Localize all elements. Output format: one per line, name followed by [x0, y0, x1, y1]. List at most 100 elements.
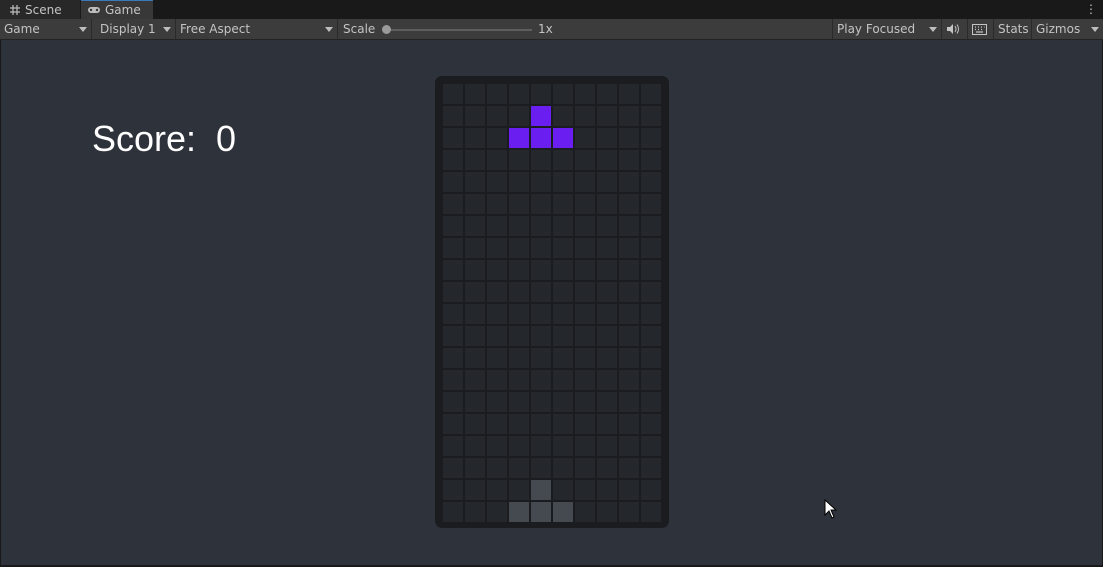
board-cell: [487, 304, 507, 324]
scale-label: Scale: [343, 22, 376, 36]
display-select[interactable]: Display 1: [96, 19, 176, 39]
board-cell: [465, 106, 485, 126]
board-cell: [575, 414, 595, 434]
board-cell: [487, 84, 507, 104]
board-cell: [531, 216, 551, 236]
board-cell: [597, 392, 617, 412]
board-cell: [465, 458, 485, 478]
board-cell: [619, 392, 639, 412]
board-cell: [553, 480, 573, 500]
speaker-icon: [947, 24, 959, 34]
board-cell: [575, 370, 595, 390]
board-cell: [509, 348, 529, 368]
board-cell: [531, 304, 551, 324]
board-cell: [465, 260, 485, 280]
board-cell: [487, 150, 507, 170]
play-mode-select[interactable]: Play Focused: [832, 19, 942, 39]
board-cell: [443, 480, 463, 500]
board-cell: [509, 414, 529, 434]
board-cell: [443, 436, 463, 456]
board-cell: [509, 260, 529, 280]
board-cell: [641, 326, 661, 346]
board-cell: [597, 238, 617, 258]
board-cell: [641, 370, 661, 390]
stats-button[interactable]: Stats: [994, 19, 1032, 39]
ghost-piece-block: [509, 502, 529, 522]
board-cell: [443, 238, 463, 258]
mute-audio-button[interactable]: [942, 19, 968, 39]
chevron-down-icon: [79, 27, 87, 32]
board-cell: [443, 128, 463, 148]
board-cell: [443, 84, 463, 104]
board-cell: [465, 128, 485, 148]
gamepad-icon: [88, 7, 100, 13]
board-cell: [553, 392, 573, 412]
board-cell: [509, 458, 529, 478]
board-cell: [465, 216, 485, 236]
board-cell: [443, 150, 463, 170]
board-cell: [641, 348, 661, 368]
board-cell: [487, 458, 507, 478]
board-cell: [509, 370, 529, 390]
board-cell: [553, 238, 573, 258]
board-cell: [597, 216, 617, 236]
board-cell: [597, 150, 617, 170]
board-cell: [619, 458, 639, 478]
more-options-icon[interactable]: ⋮: [1085, 2, 1097, 16]
board-cell: [531, 326, 551, 346]
board-cell: [553, 260, 573, 280]
board-cell: [641, 392, 661, 412]
board-cell: [575, 326, 595, 346]
scale-slider-handle[interactable]: [382, 25, 391, 34]
board-cell: [553, 304, 573, 324]
board-cell: [509, 392, 529, 412]
board-cell: [487, 436, 507, 456]
board-cell: [531, 282, 551, 302]
board-cell: [641, 436, 661, 456]
board-cell: [487, 172, 507, 192]
board-cell: [443, 260, 463, 280]
board-cell: [487, 194, 507, 214]
board-cell: [641, 150, 661, 170]
board-cell: [575, 84, 595, 104]
board-cell: [465, 370, 485, 390]
board-cell: [597, 128, 617, 148]
board-cell: [509, 194, 529, 214]
board-cell: [597, 436, 617, 456]
board-cell: [487, 348, 507, 368]
board-cell: [575, 282, 595, 302]
board-cell: [465, 436, 485, 456]
board-cell: [597, 106, 617, 126]
board-cell: [465, 502, 485, 522]
ghost-piece-block: [531, 502, 551, 522]
board-cell: [487, 216, 507, 236]
board-cell: [465, 326, 485, 346]
scale-value: 1x: [534, 19, 574, 39]
board-cell: [619, 128, 639, 148]
active-piece-block: [531, 106, 551, 126]
play-mode-label: Play Focused: [837, 22, 916, 36]
board-cell: [465, 194, 485, 214]
tab-game[interactable]: Game: [81, 0, 153, 19]
gizmos-button[interactable]: Gizmos: [1032, 19, 1103, 39]
board-cell: [619, 326, 639, 346]
board-cell: [641, 216, 661, 236]
tab-scene[interactable]: Scene: [0, 0, 80, 19]
aspect-select[interactable]: Free Aspect: [176, 19, 338, 39]
board-cell: [553, 106, 573, 126]
board-cell: [619, 480, 639, 500]
scale-slider-track[interactable]: [385, 29, 532, 31]
board-cell: [597, 260, 617, 280]
board-cell: [619, 238, 639, 258]
view-select-label: Game: [4, 22, 40, 36]
board-cell: [619, 436, 639, 456]
board-cell: [619, 282, 639, 302]
board-cell: [465, 150, 485, 170]
game-viewport[interactable]: Score: 0: [1, 40, 1102, 565]
board-cell: [443, 502, 463, 522]
board-cell: [575, 150, 595, 170]
tetris-board: [435, 76, 669, 528]
shortcuts-button[interactable]: [968, 19, 994, 39]
board-cell: [619, 502, 639, 522]
view-select[interactable]: Game: [0, 19, 92, 39]
